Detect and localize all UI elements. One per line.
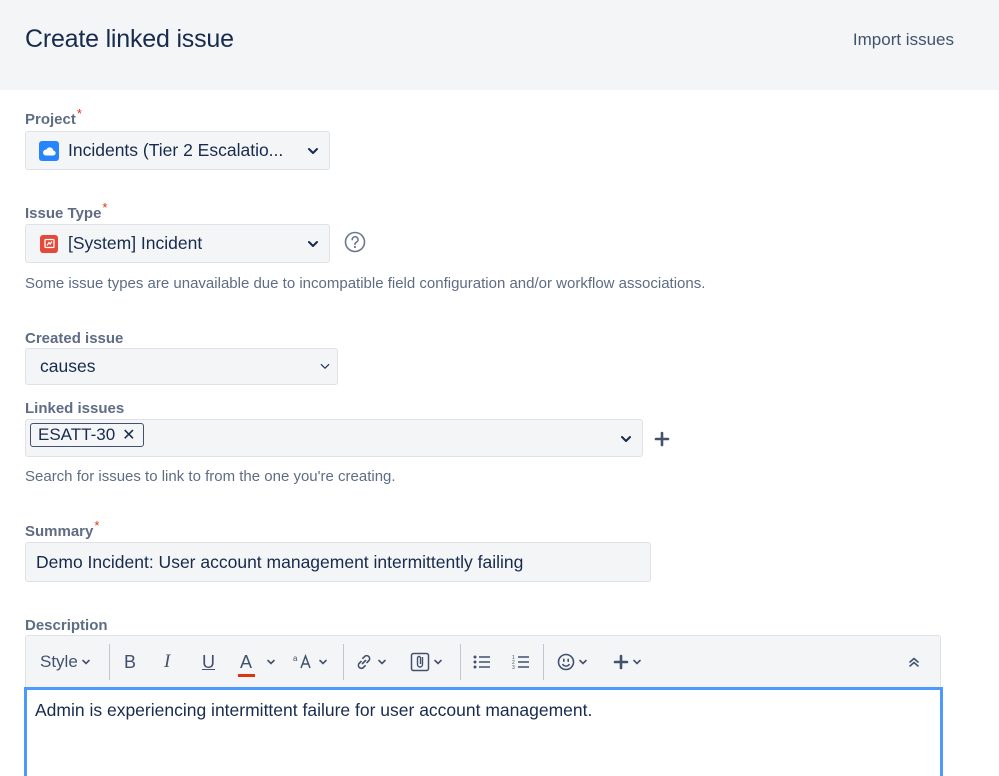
text-color-icon: A (238, 651, 256, 677)
more-formatting-icon: a (293, 653, 311, 669)
remove-tag-icon[interactable]: ✕ (122, 425, 135, 445)
chevron-down-icon (320, 363, 330, 369)
chevron-down-icon (434, 659, 442, 665)
numbered-list-button[interactable]: 1 2 3 (512, 636, 530, 688)
summary-input[interactable] (25, 542, 651, 582)
linked-issues-label: Linked issues (25, 400, 125, 417)
plus-icon[interactable] (654, 431, 670, 447)
import-issues-link[interactable]: Import issues (853, 30, 954, 50)
link-type-value: causes (40, 356, 96, 376)
cloud-project-icon (39, 140, 59, 161)
emoji-icon (557, 653, 575, 671)
chevron-down-icon (579, 659, 587, 665)
underline-label: U (202, 651, 215, 672)
text-color-label: A (240, 651, 253, 672)
attachment-icon (410, 652, 430, 672)
created-issue-label: Created issue (25, 330, 124, 347)
numbered-list-icon: 1 2 3 (512, 655, 529, 670)
issue-type-label-text: Issue Type (25, 205, 102, 222)
bullet-list-icon (473, 655, 490, 669)
description-label: Description (25, 617, 108, 634)
linked-issues-hint: Search for issues to link to from the on… (25, 468, 396, 485)
insert-more-button[interactable] (613, 636, 642, 688)
dialog-title: Create linked issue (25, 25, 234, 53)
link-button[interactable] (354, 636, 387, 688)
incident-icon (40, 234, 58, 253)
editor-toolbar: Style B I U A a 1 2 3 (25, 635, 941, 687)
style-dropdown[interactable]: Style (40, 636, 91, 688)
svg-text:a: a (293, 654, 298, 663)
project-label-text: Project (25, 111, 76, 128)
svg-text:3: 3 (512, 665, 515, 670)
summary-label-text: Summary (25, 523, 94, 540)
chevrons-up-icon (909, 657, 919, 667)
bullet-list-button[interactable] (473, 636, 491, 688)
attachment-button[interactable] (410, 636, 443, 688)
bold-button[interactable]: B (124, 636, 136, 688)
project-select[interactable]: Incidents (Tier 2 Escalatio... (25, 131, 330, 170)
chevron-down-icon (308, 148, 318, 154)
description-editor[interactable]: Admin is experiencing intermittent failu… (24, 687, 943, 776)
linked-issue-tag-label: ESATT-30 (38, 425, 116, 444)
required-indicator: * (94, 518, 100, 533)
italic-label: I (164, 651, 171, 672)
emoji-button[interactable] (557, 636, 588, 688)
issue-type-label: Issue Type* (25, 200, 107, 222)
collapse-toolbar-button[interactable] (907, 636, 921, 688)
chevron-down-icon (319, 659, 327, 665)
issue-type-value: [System] Incident (68, 233, 203, 253)
style-dropdown-label: Style (40, 652, 78, 671)
plus-icon (613, 654, 629, 670)
toolbar-separator (543, 644, 544, 680)
issue-type-select[interactable]: [System] Incident (25, 224, 330, 263)
required-indicator: * (102, 200, 108, 215)
text-color-button[interactable]: A (238, 636, 276, 688)
link-icon (357, 654, 371, 670)
project-label: Project* (25, 106, 82, 128)
issue-type-hint: Some issue types are unavailable due to … (25, 275, 706, 292)
chevron-down-icon (633, 659, 641, 665)
text-color-swatch (238, 673, 256, 677)
italic-button[interactable]: I (164, 636, 170, 688)
toolbar-separator (109, 644, 110, 680)
toolbar-separator (343, 644, 344, 680)
help-icon[interactable] (344, 231, 366, 253)
underline-button[interactable]: U (202, 636, 215, 688)
toolbar-separator (460, 644, 461, 680)
chevron-down-icon (308, 241, 318, 247)
more-formatting-button[interactable]: a (293, 636, 328, 688)
bold-label: B (124, 651, 137, 672)
chevron-down-icon (621, 436, 631, 442)
project-value: Incidents (Tier 2 Escalatio... (68, 140, 284, 160)
dialog-header: Create linked issue Import issues (0, 0, 999, 90)
chevron-down-icon (81, 659, 90, 665)
chevron-down-icon (378, 659, 386, 665)
linked-issue-tag: ESATT-30 ✕ (30, 423, 144, 447)
link-type-select[interactable]: causes (25, 348, 338, 385)
required-indicator: * (76, 106, 82, 121)
summary-label: Summary* (25, 518, 99, 540)
description-content: Admin is experiencing intermittent failu… (35, 700, 593, 720)
chevron-down-icon (267, 659, 275, 665)
